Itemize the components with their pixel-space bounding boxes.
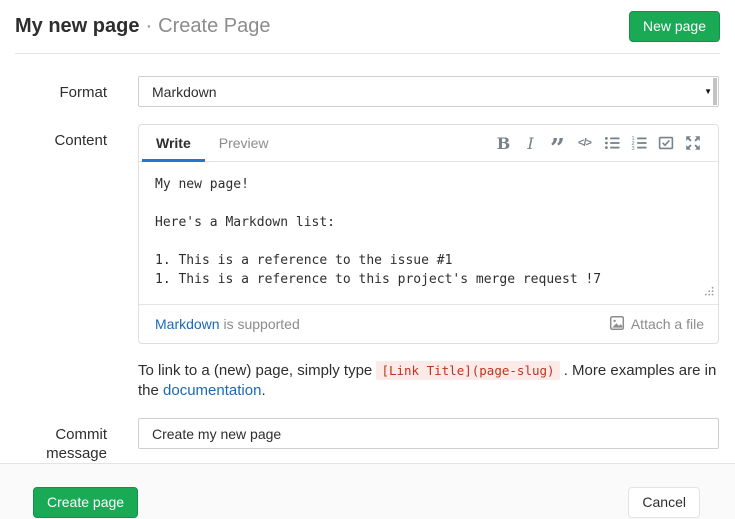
content-textarea[interactable]: My new page! Here's a Markdown list: 1. … xyxy=(139,162,718,304)
bullet-list-icon[interactable] xyxy=(598,125,625,161)
hint-period: . xyxy=(261,382,265,399)
select-scrollbar xyxy=(713,78,717,105)
form-actions: Create page Cancel xyxy=(0,463,735,519)
code-icon[interactable]: </> xyxy=(571,125,598,161)
markdown-editor: Write Preview B I ” </> xyxy=(138,124,719,344)
task-list-icon[interactable] xyxy=(652,125,679,161)
image-file-icon xyxy=(609,315,625,334)
documentation-link[interactable]: documentation xyxy=(163,382,261,399)
attach-file-button[interactable]: Attach a file xyxy=(609,315,704,334)
fullscreen-icon[interactable] xyxy=(679,125,706,161)
create-page-button[interactable]: Create page xyxy=(33,487,138,518)
editor-body: My new page! Here's a Markdown list: 1. … xyxy=(139,162,718,304)
editor-header: Write Preview B I ” </> xyxy=(139,125,718,162)
editor-footer: Markdown is supported Att xyxy=(139,304,718,343)
format-row: Format Markdown ▼ xyxy=(15,76,719,107)
content-row: Content Write Preview B I ” </> xyxy=(15,124,719,344)
format-select-value: Markdown xyxy=(152,84,217,100)
commit-row: Commit message xyxy=(15,418,719,463)
numbered-list-icon[interactable]: 1 2 3 xyxy=(625,125,652,161)
attach-file-label: Attach a file xyxy=(631,316,704,332)
page-title: My new page xyxy=(15,15,139,38)
format-select[interactable]: Markdown ▼ xyxy=(138,76,719,107)
create-wiki-page: My new page · Create Page New page Forma… xyxy=(0,0,735,519)
tab-preview[interactable]: Preview xyxy=(205,125,283,161)
format-label: Format xyxy=(15,76,107,107)
wiki-form: Format Markdown ▼ Content Write Preview xyxy=(0,54,735,463)
editor-toolbar: B I ” </> xyxy=(490,125,718,161)
svg-text:3: 3 xyxy=(631,146,634,151)
content-label: Content xyxy=(15,124,107,344)
quote-icon[interactable]: ” xyxy=(544,125,571,161)
page-header: My new page · Create Page New page xyxy=(15,0,720,54)
italic-icon[interactable]: I xyxy=(517,125,544,161)
commit-message-input[interactable] xyxy=(138,418,719,449)
cancel-button[interactable]: Cancel xyxy=(628,487,700,518)
bold-icon[interactable]: B xyxy=(490,125,517,161)
link-hint: To link to a (new) page, simply type [Li… xyxy=(138,361,719,401)
title-separator: · xyxy=(145,15,152,38)
chevron-down-icon: ▼ xyxy=(704,77,712,106)
hint-code-example: [Link Title](page-slug) xyxy=(376,361,559,380)
resize-grip-icon[interactable] xyxy=(704,284,715,302)
markdown-supported-text: is supported xyxy=(223,316,299,332)
page-subtitle: Create Page xyxy=(158,15,270,38)
new-page-button[interactable]: New page xyxy=(629,11,720,42)
commit-message-label: Commit message xyxy=(15,418,107,463)
hint-text-before: To link to a (new) page, simply type xyxy=(138,362,372,379)
tab-write[interactable]: Write xyxy=(142,125,205,161)
markdown-help-link[interactable]: Markdown xyxy=(155,316,220,332)
